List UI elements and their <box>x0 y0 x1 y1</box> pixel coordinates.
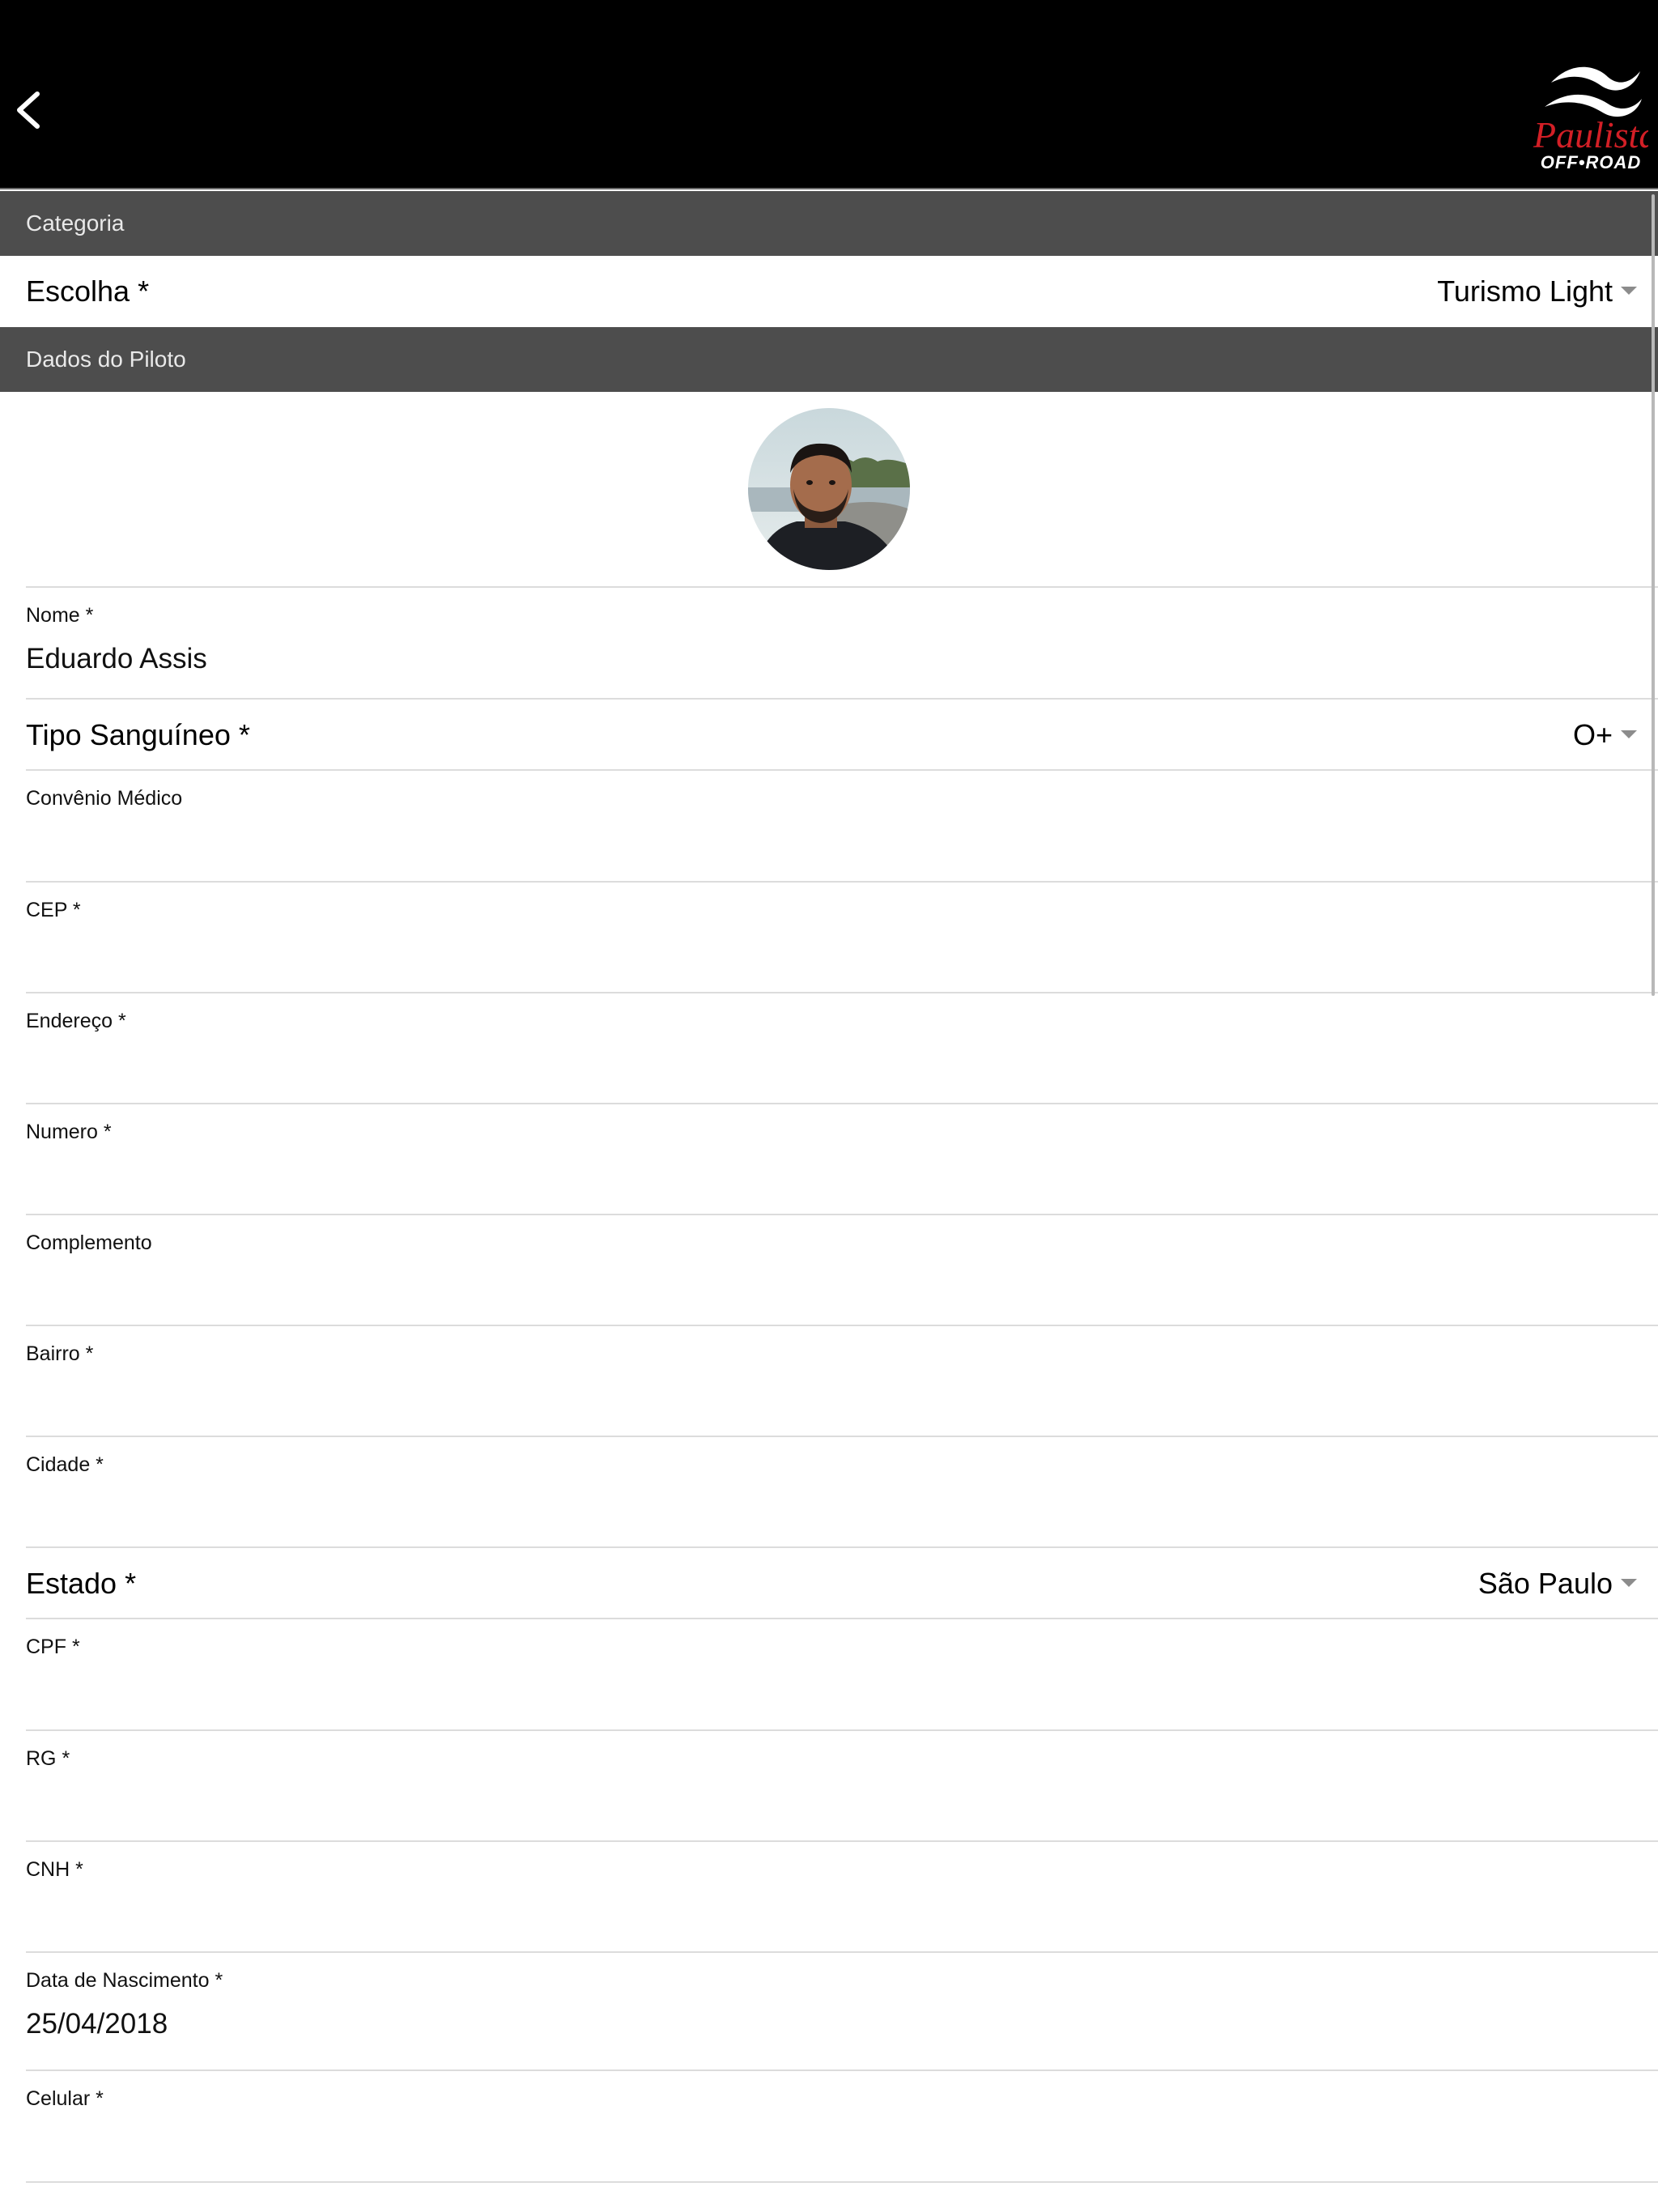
escolha-picker[interactable]: Escolha * Turismo Light <box>0 256 1658 327</box>
convenio-input[interactable] <box>26 819 1629 865</box>
data-nascimento-field: Data de Nascimento * <box>26 1953 1658 2063</box>
cpf-input[interactable] <box>26 1668 1629 1713</box>
avatar-photo <box>748 408 910 570</box>
numero-input[interactable] <box>26 1153 1629 1198</box>
section-header-dados-piloto: Dados do Piloto <box>0 327 1658 392</box>
bairro-label: Bairro * <box>26 1342 94 1365</box>
rg-label: RG * <box>26 1747 70 1770</box>
escolha-label: Escolha * <box>26 274 150 308</box>
celular-label: Celular * <box>26 2087 104 2110</box>
cnh-input[interactable] <box>26 1891 1629 1936</box>
divider <box>26 2181 1658 2183</box>
avatar[interactable] <box>748 408 910 570</box>
dropdown-caret-icon <box>1621 730 1637 738</box>
escolha-value: Turismo Light <box>1437 274 1613 308</box>
celular-input[interactable] <box>26 2120 1629 2165</box>
numero-label: Numero * <box>26 1121 112 1143</box>
convenio-field: Convênio Médico <box>26 771 1658 881</box>
bairro-field: Bairro * <box>26 1326 1658 1436</box>
tipo-sanguineo-value: O+ <box>1572 718 1613 751</box>
data-nascimento-input[interactable] <box>26 2001 1629 2047</box>
complemento-label: Complemento <box>26 1231 152 1254</box>
numero-field: Numero * <box>26 1104 1658 1214</box>
endereco-input[interactable] <box>26 1042 1629 1087</box>
celular-field: Celular * <box>26 2071 1658 2181</box>
endereco-field: Endereço * <box>26 993 1658 1104</box>
section-header-categoria: Categoria <box>0 191 1658 256</box>
top-bar: Paulista OFF•ROAD <box>0 0 1658 189</box>
cpf-label: CPF * <box>26 1636 80 1658</box>
rg-field: RG * <box>26 1731 1658 1841</box>
chevron-left-icon <box>17 91 40 129</box>
cnh-field: CNH * <box>26 1842 1658 1952</box>
tipo-sanguineo-picker[interactable]: Tipo Sanguíneo * O+ <box>0 700 1658 771</box>
estado-value: São Paulo <box>1477 1567 1613 1600</box>
logo-subtitle: OFF•ROAD <box>1540 152 1642 172</box>
cpf-field: CPF * <box>26 1619 1658 1729</box>
convenio-label: Convênio Médico <box>26 787 183 810</box>
registration-screen: Paulista OFF•ROAD Categoria Escolha * Tu… <box>0 0 1658 2212</box>
cep-label: CEP * <box>26 899 81 921</box>
cep-input[interactable] <box>26 931 1629 976</box>
cep-field: CEP * <box>26 883 1658 993</box>
rg-input[interactable] <box>26 1780 1629 1825</box>
endereco-label: Endereço * <box>26 1010 126 1032</box>
complemento-field: Complemento <box>26 1215 1658 1325</box>
dropdown-caret-icon <box>1621 287 1637 295</box>
tipo-sanguineo-label: Tipo Sanguíneo * <box>26 718 250 751</box>
estado-picker[interactable]: Estado * São Paulo <box>0 1548 1658 1619</box>
scroll-indicator[interactable] <box>1652 194 1655 996</box>
complemento-input[interactable] <box>26 1264 1629 1309</box>
cidade-label: Cidade * <box>26 1453 104 1476</box>
cnh-label: CNH * <box>26 1858 83 1881</box>
bairro-input[interactable] <box>26 1375 1629 1420</box>
data-nascimento-label: Data de Nascimento * <box>26 1969 223 1992</box>
nome-field: Nome * <box>26 588 1658 698</box>
cidade-field: Cidade * <box>26 1437 1658 1547</box>
dropdown-caret-icon <box>1621 1579 1637 1587</box>
logo-script: Paulista <box>1533 114 1648 155</box>
cidade-input[interactable] <box>26 1486 1629 1531</box>
nome-label: Nome * <box>26 604 94 627</box>
nome-input[interactable] <box>26 636 1629 682</box>
estado-label: Estado * <box>26 1567 137 1600</box>
back-button[interactable] <box>8 81 50 139</box>
